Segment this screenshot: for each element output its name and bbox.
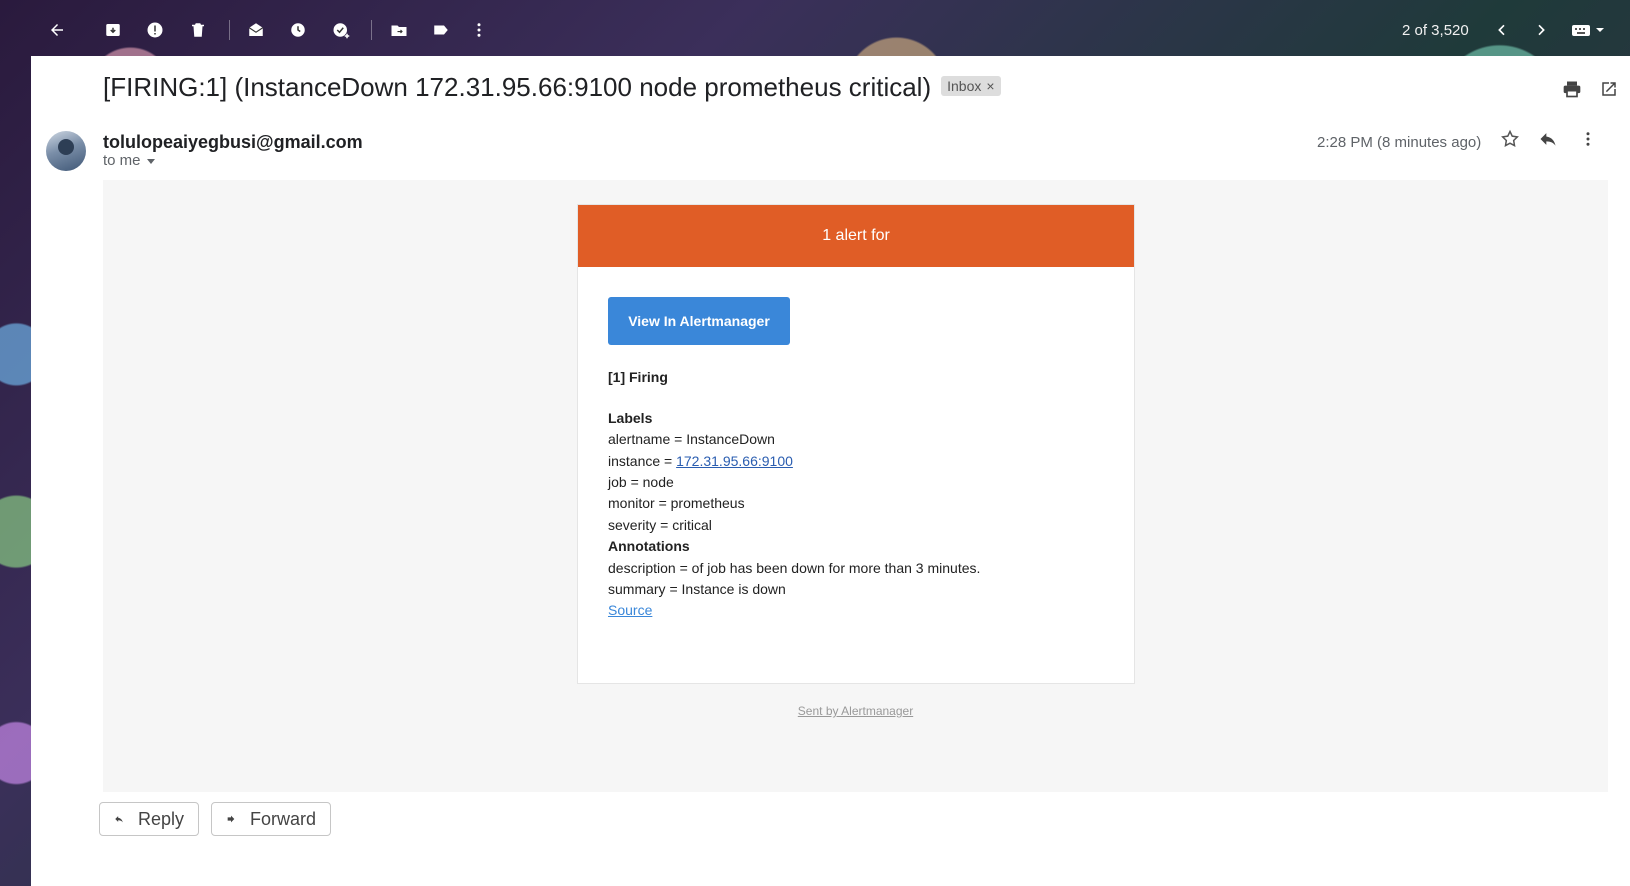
archive-icon[interactable] — [99, 16, 127, 44]
message-view: [FIRING:1] (InstanceDown 172.31.95.66:91… — [31, 56, 1630, 886]
annotation-summary: summary = Instance is down — [608, 581, 786, 597]
chevron-right-icon[interactable] — [1527, 16, 1555, 44]
firing-title: [1] Firing — [608, 369, 668, 385]
inbox-label-chip[interactable]: Inbox × — [941, 76, 1001, 97]
message-toolbar: 2 of 3,520 — [0, 0, 1630, 56]
reply-icon[interactable] — [1536, 127, 1560, 151]
reply-arrow-icon — [115, 816, 123, 823]
reply-button[interactable]: Reply — [99, 802, 199, 836]
label-alertname: alertname = InstanceDown — [608, 431, 775, 447]
label-monitor: monitor = prometheus — [608, 495, 745, 511]
label-severity: severity = critical — [608, 517, 712, 533]
open-in-new-window-icon[interactable] — [1597, 77, 1621, 101]
snooze-icon[interactable] — [284, 16, 312, 44]
sent-by-footer: Sent by Alertmanager — [103, 704, 1608, 718]
remove-label-icon[interactable]: × — [986, 78, 994, 94]
view-in-alertmanager-button[interactable]: View In Alertmanager — [608, 297, 790, 345]
add-to-tasks-icon[interactable] — [327, 16, 355, 44]
more-options-icon[interactable] — [1576, 127, 1600, 151]
delete-icon[interactable] — [184, 16, 212, 44]
source-link-row: Source — [608, 602, 652, 618]
reply-button-label: Reply — [137, 808, 184, 829]
labels-title: Labels — [608, 410, 653, 426]
sent-by-link[interactable]: Sent by Alertmanager — [798, 704, 913, 718]
message-count: 2 of 3,520 — [1402, 22, 1469, 39]
more-vert-icon[interactable] — [465, 16, 493, 44]
caret-down-icon — [146, 158, 155, 164]
label-instance: instance = 172.31.95.66:9100 — [608, 453, 793, 469]
subject-line: [FIRING:1] (InstanceDown 172.31.95.66:91… — [103, 72, 1001, 103]
star-icon[interactable] — [1498, 127, 1522, 151]
recipient-text: to me — [103, 152, 141, 169]
back-arrow-icon[interactable] — [43, 16, 71, 44]
source-link[interactable]: Source — [608, 602, 652, 618]
print-icon[interactable] — [1560, 77, 1584, 101]
label-icon[interactable] — [427, 16, 455, 44]
sender-email[interactable]: tolulopeaiyegbusi@gmail.com — [103, 132, 363, 153]
alert-card: 1 alert for View In Alertmanager [1] Fir… — [577, 204, 1135, 684]
label-job: job = node — [608, 474, 674, 490]
forward-arrow-icon — [227, 815, 235, 823]
subject-text: [FIRING:1] (InstanceDown 172.31.95.66:91… — [103, 72, 932, 102]
inbox-label-text: Inbox — [947, 78, 982, 95]
sender-avatar[interactable] — [46, 131, 86, 171]
message-date: 2:28 PM (8 minutes ago) — [1317, 134, 1482, 151]
instance-link[interactable]: 172.31.95.66:9100 — [676, 453, 793, 469]
alert-header: 1 alert for — [578, 205, 1134, 267]
forward-button-label: Forward — [249, 808, 316, 829]
keyboard-icon[interactable] — [1568, 16, 1608, 44]
report-spam-icon[interactable] — [141, 16, 169, 44]
chevron-left-icon[interactable] — [1488, 16, 1516, 44]
mark-unread-icon[interactable] — [242, 16, 270, 44]
recipient-details-toggle[interactable]: to me — [103, 152, 155, 169]
instance-prefix: instance = — [608, 453, 677, 469]
annotation-description: description = of job has been down for m… — [608, 560, 981, 576]
forward-button[interactable]: Forward — [211, 802, 331, 836]
annotations-title: Annotations — [608, 538, 690, 554]
move-to-icon[interactable] — [385, 16, 413, 44]
email-body: 1 alert for View In Alertmanager [1] Fir… — [103, 180, 1608, 792]
